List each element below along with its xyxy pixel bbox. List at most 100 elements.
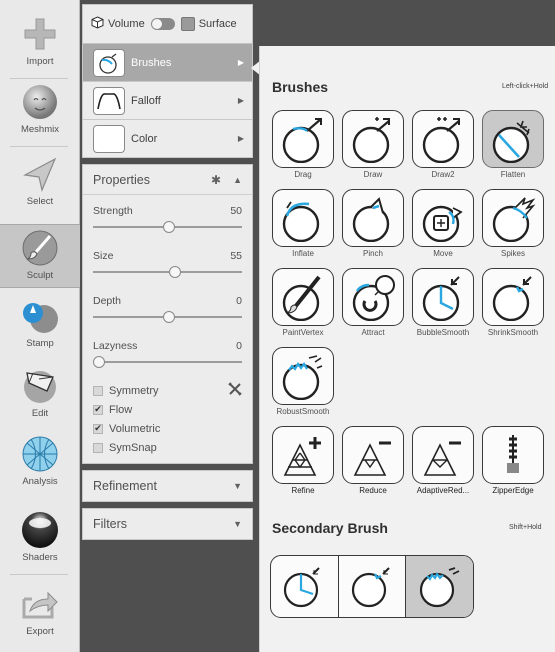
volumetric-label: Volumetric	[109, 422, 161, 435]
secondary-brush-hint: Shift+Hold	[509, 524, 542, 531]
refine-tool-zipperedge[interactable]: ZipperEdge	[481, 426, 545, 495]
properties-header[interactable]: Properties ✱ ▲	[83, 165, 252, 195]
left-toolbar: Import Meshmix Select Sculpt Stamp Edit …	[0, 0, 80, 652]
volumetric-checkbox[interactable]: ✔	[93, 423, 103, 434]
strength-slider[interactable]: Strength 50	[83, 195, 252, 240]
filters-section[interactable]: Filters ▼	[82, 508, 253, 540]
symmetry-option[interactable]: Symmetry	[83, 381, 252, 400]
refinement-section[interactable]: Refinement ▼	[82, 470, 253, 502]
size-label: Size	[93, 250, 114, 262]
sculpt-tool[interactable]: Sculpt	[0, 224, 80, 288]
brush-flatten-icon	[482, 110, 544, 168]
brush-attract-icon	[342, 268, 404, 326]
meshmix-face-icon	[18, 82, 62, 122]
zipperedge-icon	[482, 426, 544, 484]
select-label: Select	[26, 196, 54, 207]
brush-draw2[interactable]: Draw2	[411, 110, 475, 179]
lazyness-slider[interactable]: Lazyness 0	[83, 330, 252, 375]
secondary-brush-title: Secondary Brush	[272, 520, 388, 536]
refinement-title: Refinement	[93, 479, 157, 493]
brush-flatten[interactable]: Flatten	[481, 110, 545, 179]
shaders-tool[interactable]: Shaders	[0, 510, 80, 563]
symmetry-checkbox[interactable]	[93, 385, 103, 396]
select-tool[interactable]: Select	[0, 154, 80, 207]
brush-pinch[interactable]: Pinch	[341, 189, 405, 258]
size-slider[interactable]: Size 55	[83, 240, 252, 285]
brush-label: Spikes	[500, 249, 525, 258]
reduce-icon	[342, 426, 404, 484]
meshmix-tool[interactable]: Meshmix	[0, 82, 80, 135]
flow-checkbox[interactable]: ✔	[93, 404, 103, 415]
secondary-brush-bubblesmooth[interactable]	[271, 556, 339, 617]
volume-surface-toggle[interactable]	[150, 18, 175, 30]
secondary-brush-robustsmooth[interactable]	[406, 556, 473, 617]
depth-handle[interactable]	[162, 311, 175, 323]
volumetric-option[interactable]: ✔ Volumetric	[83, 419, 252, 438]
sculpt-label: Sculpt	[26, 270, 54, 281]
expand-arrow-icon[interactable]: ▼	[233, 481, 242, 491]
brushes-hint: Left-click+Hold	[502, 83, 549, 90]
surface-label[interactable]: Surface	[199, 18, 237, 30]
brush-drag[interactable]: Drag	[271, 110, 335, 179]
analysis-tool[interactable]: Analysis	[0, 434, 80, 487]
export-label: Export	[26, 626, 54, 637]
lazyness-handle[interactable]	[93, 356, 105, 368]
chevron-right-icon: ▶	[237, 58, 244, 67]
surface-checkbox[interactable]	[180, 17, 195, 31]
brush-pinch-icon	[342, 189, 404, 247]
volume-label[interactable]: Volume	[108, 18, 145, 30]
refine-tool-label: ZipperEdge	[492, 486, 534, 495]
strength-label: Strength	[93, 205, 133, 217]
gear-icon[interactable]: ✱	[211, 173, 221, 187]
depth-slider[interactable]: Depth 0	[83, 285, 252, 330]
edit-tool[interactable]: Edit	[0, 366, 80, 419]
sculpt-panel: Volume Surface Brushes ▶ Falloff ▶ Color…	[82, 4, 253, 540]
properties-section: Properties ✱ ▲ Strength 50 Size 55 Depth 0 Laz…	[82, 164, 253, 464]
refine-tool-label: Reduce	[359, 486, 387, 495]
brush-attract[interactable]: Attract	[341, 268, 405, 337]
brush-paintvertex[interactable]: PaintVertex	[271, 268, 335, 337]
symmetry-tools-icon[interactable]	[228, 382, 242, 399]
meshmix-label: Meshmix	[20, 124, 59, 135]
refinement-header[interactable]: Refinement ▼	[83, 471, 252, 501]
size-handle[interactable]	[169, 266, 182, 278]
falloff-menu-row[interactable]: Falloff ▶	[82, 82, 253, 120]
expand-arrow-icon[interactable]: ▼	[233, 519, 242, 529]
strength-handle[interactable]	[162, 221, 175, 233]
brush-shrinksmooth-icon	[482, 268, 544, 326]
brush-shrinksmooth[interactable]: ShrinkSmooth	[481, 268, 545, 337]
brush-drag-icon	[272, 110, 334, 168]
collapse-arrow-icon[interactable]: ▲	[233, 175, 242, 185]
brush-label: Inflate	[292, 249, 314, 258]
filters-header[interactable]: Filters ▼	[83, 509, 252, 539]
symsnap-checkbox[interactable]	[93, 442, 103, 453]
brushes-menu-row[interactable]: Brushes ▶	[82, 44, 253, 82]
brush-move[interactable]: Move	[411, 189, 475, 258]
refine-tool-reduce[interactable]: Reduce	[341, 426, 405, 495]
size-track[interactable]	[93, 271, 242, 273]
refine-tool-adaptivered[interactable]: AdaptiveRed...	[411, 426, 475, 495]
lazyness-label: Lazyness	[93, 340, 138, 352]
import-tool[interactable]: Import	[0, 14, 80, 67]
brush-robustsmooth[interactable]: RobustSmooth	[271, 347, 335, 416]
export-tool[interactable]: Export	[0, 584, 80, 637]
brush-inflate[interactable]: Inflate	[271, 189, 335, 258]
color-menu-row[interactable]: Color ▶	[82, 120, 253, 158]
brush-label: Move	[433, 249, 453, 258]
brush-draw[interactable]: Draw	[341, 110, 405, 179]
lazyness-track[interactable]	[93, 361, 242, 363]
brush-bubblesmooth[interactable]: BubbleSmooth	[411, 268, 475, 337]
symsnap-option[interactable]: SymSnap	[83, 438, 252, 457]
filters-title: Filters	[93, 517, 128, 531]
edit-cube-icon	[18, 366, 62, 406]
brush-bubblesmooth-icon	[412, 268, 474, 326]
chevron-right-icon: ▶	[237, 96, 244, 105]
flow-option[interactable]: ✔ Flow	[83, 400, 252, 419]
stamp-tool[interactable]: Stamp	[0, 296, 80, 349]
brush-label: Draw	[363, 170, 383, 179]
secondary-brush-shrinksmooth[interactable]	[339, 556, 407, 617]
falloff-menu-label: Falloff	[131, 94, 161, 107]
brush-spikes[interactable]: Spikes	[481, 189, 545, 258]
arrow-pointer-icon	[18, 154, 62, 194]
refine-tool-refine[interactable]: Refine	[271, 426, 335, 495]
